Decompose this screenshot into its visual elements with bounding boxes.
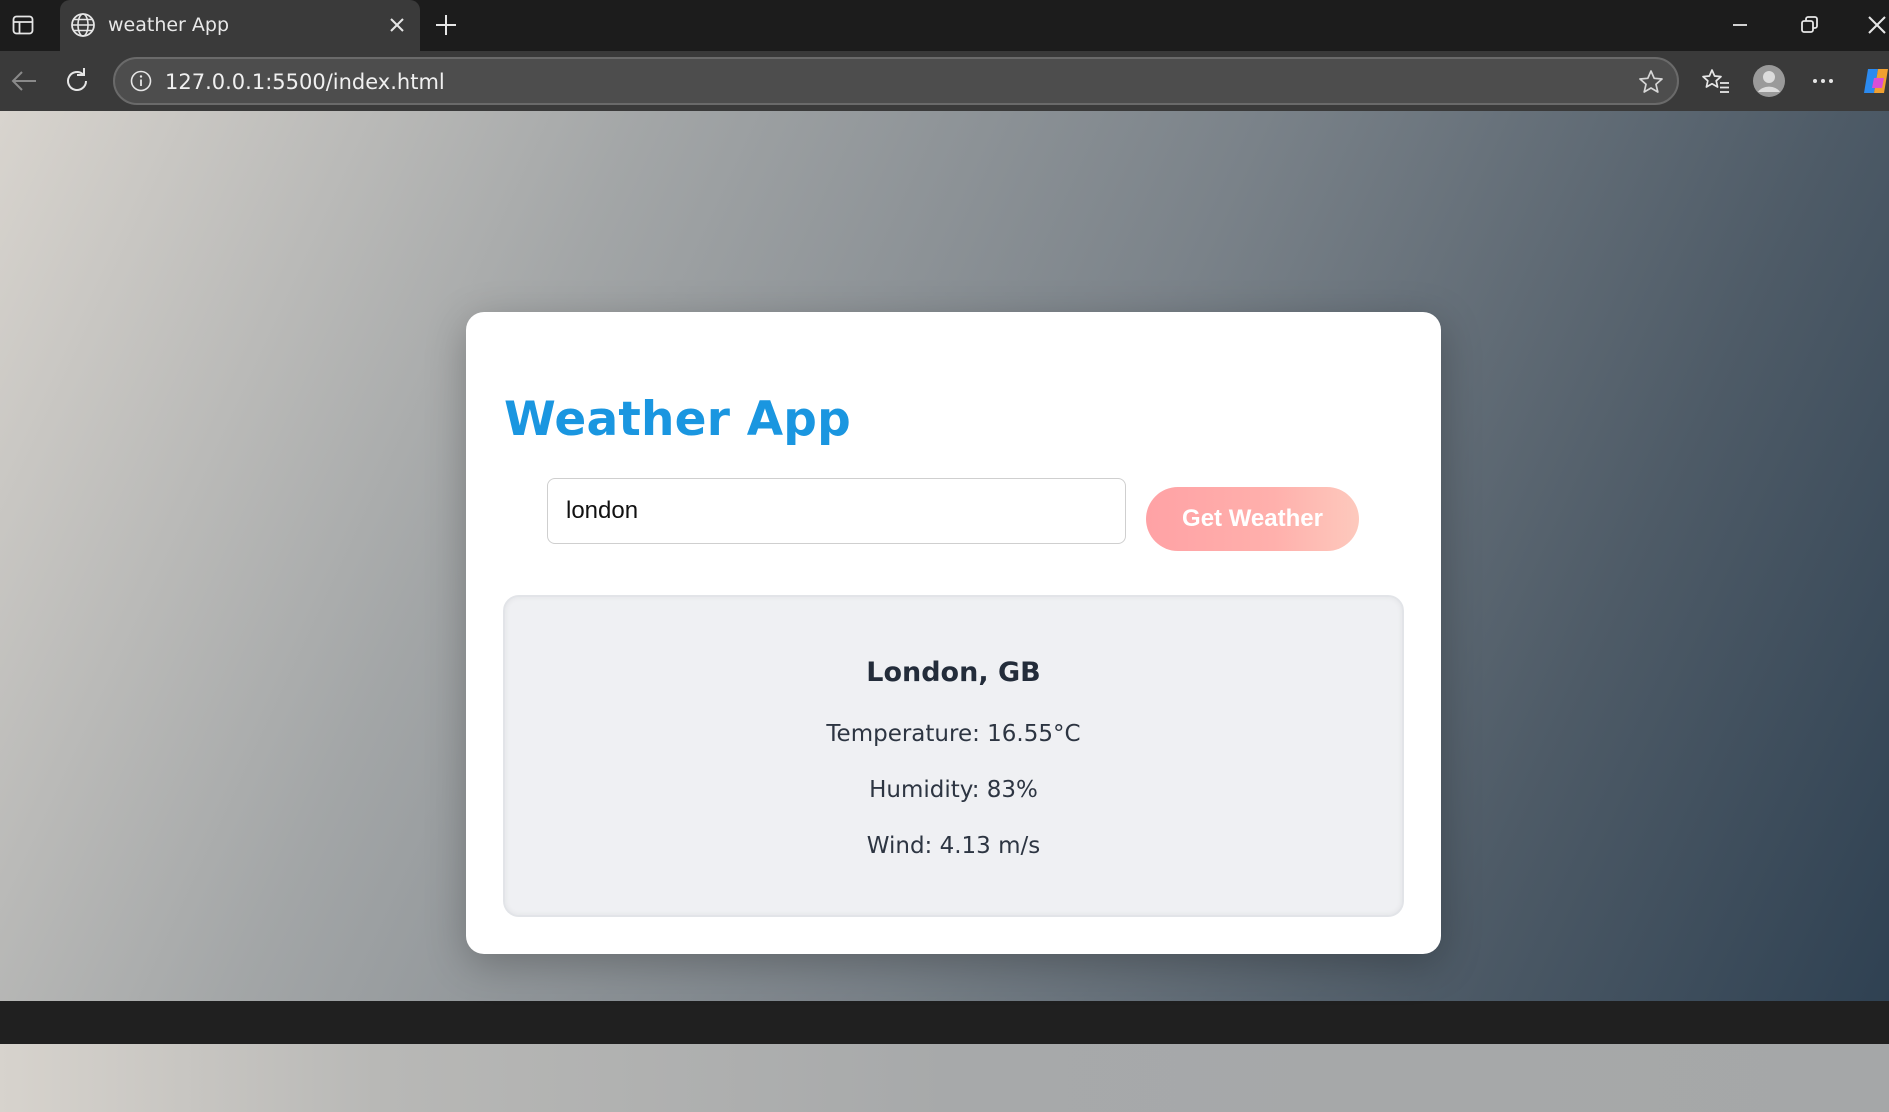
url-text[interactable]: 127.0.0.1:5500/index.html <box>165 70 445 94</box>
tab-title: weather App <box>108 14 230 36</box>
app-title: Weather App <box>504 392 851 447</box>
result-temperature: Temperature: 16.55°C <box>826 721 1081 747</box>
browser-toolbar: 127.0.0.1:5500/index.html <box>0 51 1889 111</box>
sidebar-toggle-icon[interactable] <box>9 11 37 39</box>
restore-icon[interactable] <box>1795 11 1823 39</box>
refresh-icon[interactable] <box>61 65 93 97</box>
get-weather-button[interactable]: Get Weather <box>1146 487 1359 551</box>
result-humidity: Humidity: 83% <box>869 777 1038 803</box>
site-info-icon[interactable] <box>129 69 153 93</box>
minimize-icon[interactable] <box>1726 11 1754 39</box>
copilot-icon[interactable] <box>1860 64 1889 98</box>
profile-avatar-icon[interactable] <box>1752 64 1786 98</box>
close-window-icon[interactable] <box>1863 11 1889 39</box>
weather-result-panel: London, GB Temperature: 16.55°C Humidity… <box>503 595 1404 917</box>
favorites-icon[interactable] <box>1699 64 1733 98</box>
address-bar[interactable]: 127.0.0.1:5500/index.html <box>113 57 1679 105</box>
result-wind: Wind: 4.13 m/s <box>866 833 1041 859</box>
result-city: London, GB <box>866 657 1041 688</box>
tab-strip: weather App <box>0 0 1889 51</box>
city-search-input[interactable] <box>547 478 1126 544</box>
browser-tab[interactable]: weather App <box>60 0 420 51</box>
weather-card: Weather App Get Weather London, GB Tempe… <box>466 312 1441 954</box>
favorite-star-icon[interactable] <box>1637 68 1665 96</box>
more-options-icon[interactable] <box>1806 64 1840 98</box>
back-arrow-icon[interactable] <box>8 65 40 97</box>
close-tab-icon[interactable] <box>386 14 408 36</box>
new-tab-icon[interactable] <box>432 11 460 39</box>
page-background: Weather App Get Weather London, GB Tempe… <box>0 111 1889 1112</box>
globe-icon <box>70 12 96 38</box>
page-footer-strip <box>0 1044 1889 1112</box>
